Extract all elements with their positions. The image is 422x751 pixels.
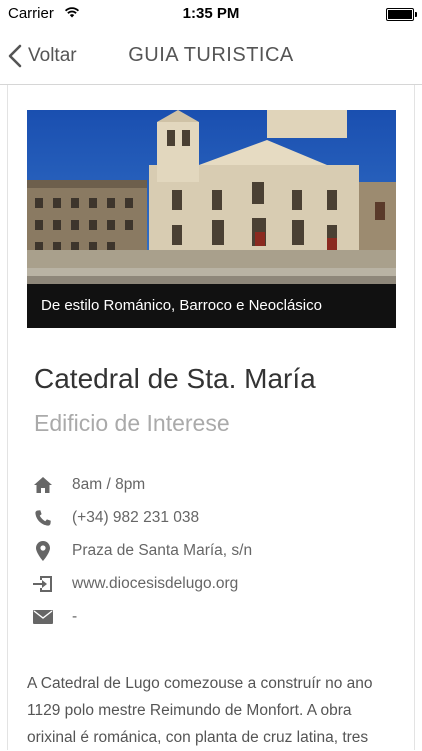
website-link[interactable]: www.diocesisdelugo.org — [72, 575, 238, 593]
email-row[interactable]: - — [32, 605, 77, 629]
navigation-bar: Voltar GUIA TURISTICA — [0, 28, 422, 85]
place-photo: De estilo Románico, Barroco e Neoclásico — [27, 110, 396, 328]
email-text: - — [72, 608, 78, 625]
hours-row: 8am / 8pm — [32, 473, 145, 497]
place-title: Catedral de Sta. María — [34, 363, 316, 394]
home-icon — [32, 474, 54, 496]
content-area[interactable]: De estilo Románico, Barroco e Neoclásico… — [0, 85, 422, 750]
page-title: GUIA TURISTICA — [128, 44, 294, 66]
place-card: De estilo Románico, Barroco e Neoclásico… — [7, 85, 415, 750]
hours-text: 8am / 8pm — [72, 476, 146, 493]
photo-caption: De estilo Románico, Barroco e Neoclásico — [27, 284, 396, 328]
phone-row[interactable]: (+34) 982 231 038 — [32, 506, 199, 530]
place-description: A Catedral de Lugo comezouse a construír… — [27, 675, 373, 746]
external-link-icon — [32, 573, 54, 595]
status-time: 1:35 PM — [182, 5, 240, 22]
map-pin-icon — [32, 540, 54, 562]
address-text: Praza de Santa María, s/n — [72, 542, 253, 559]
battery-icon — [386, 8, 417, 21]
status-bar: Carrier 1:35 PM — [0, 0, 422, 28]
phone-text: (+34) 982 231 038 — [72, 509, 200, 526]
place-category: Edificio de Interese — [34, 410, 230, 436]
phone-icon — [32, 507, 54, 529]
website-row[interactable]: www.diocesisdelugo.org — [32, 572, 238, 596]
mail-icon — [32, 606, 54, 628]
address-row[interactable]: Praza de Santa María, s/n — [32, 539, 252, 563]
